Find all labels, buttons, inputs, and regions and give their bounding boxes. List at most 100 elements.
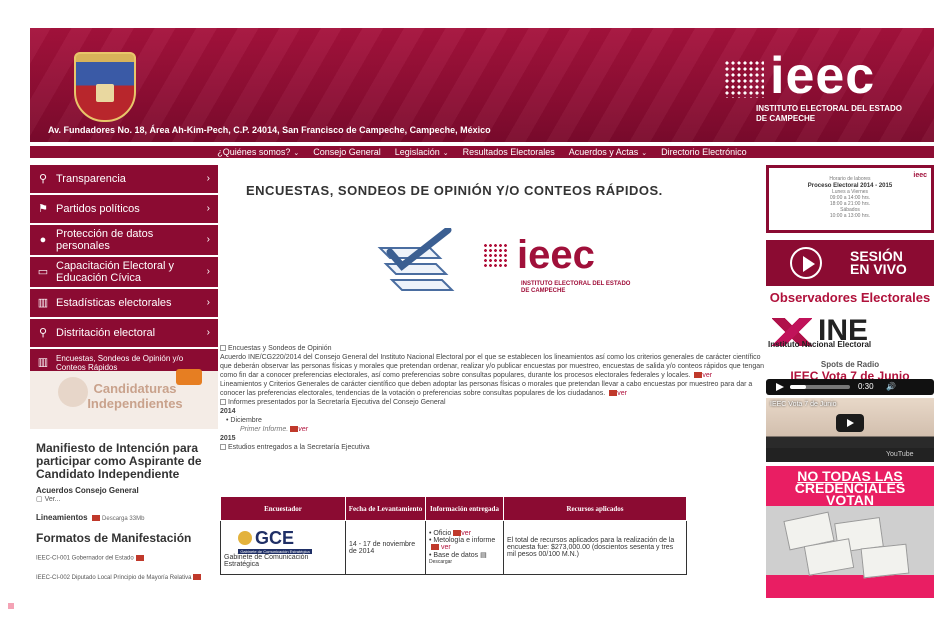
formatos-heading: Formatos de Manifestación: [36, 531, 192, 545]
pdf-icon: [193, 574, 202, 581]
col-recursos: Recursos aplicados: [503, 496, 687, 521]
nav-acuerdos-actas[interactable]: Acuerdos y Actas ⌄: [569, 146, 647, 158]
nav-quienes-somos[interactable]: ¿Quiénes somos? ⌄: [217, 146, 299, 158]
col-informacion: Información entregada: [425, 496, 504, 521]
sidebar-item-label: Protección de datos personales: [56, 228, 154, 252]
audio-progress[interactable]: [790, 385, 850, 389]
info-metologia[interactable]: • Metología e informe ver: [429, 537, 500, 551]
ver-label: Ver...: [44, 496, 61, 503]
nav-consejo-general[interactable]: Consejo General: [313, 146, 381, 158]
sidebar-item-label: Partidos políticos: [56, 203, 140, 215]
observadores-banner[interactable]: Observadores Electorales: [766, 291, 934, 304]
youtube-play-icon[interactable]: [836, 414, 864, 432]
nav-legislacion[interactable]: Legislación ⌄: [395, 146, 449, 158]
ver-link[interactable]: ver: [441, 544, 451, 551]
badge-icon: [176, 369, 202, 385]
acuerdos-ver-link[interactable]: ▢ Ver...: [36, 495, 61, 503]
youtube-logo[interactable]: YouTube: [886, 451, 914, 458]
gce-circle-icon: [238, 531, 252, 545]
sidebar-item-partidos[interactable]: ⚑ Partidos políticos ›: [30, 195, 218, 223]
chevron-down-icon: ⌄: [442, 150, 449, 157]
corner-marker: [8, 603, 14, 609]
spots-label: Spots de Radio: [820, 360, 880, 369]
video-controls: YouTube: [766, 448, 934, 462]
nav-label: ¿Quiénes somos?: [217, 147, 291, 157]
id-card-image: [803, 538, 855, 576]
gce-logo-subtitle: Gabinete de Comunicación Estratégica: [238, 548, 312, 554]
sidebar-item-distritacion[interactable]: ⚲ Distritación electoral ›: [30, 319, 218, 347]
informes-label: Informes presentados por la Secretaría E…: [228, 399, 446, 406]
sidebar-item-label: Encuestas, Sondeos de Opinión y/o Conteo…: [56, 354, 184, 372]
play-icon[interactable]: [776, 383, 784, 391]
gce-logo: GCE: [238, 528, 342, 549]
ine-logo[interactable]: INE Instituto Nacional Electoral: [766, 314, 934, 352]
info-label: • Base de datos: [429, 552, 479, 559]
sidebar-item-transparencia[interactable]: ⚲ Transparencia ›: [30, 165, 218, 193]
year-2015: 2015: [220, 435, 236, 442]
header-address: Av. Fundadores No. 18, Área Ah-Kim-Pech,…: [48, 125, 491, 135]
doc-link-diputado[interactable]: IEEC-CI-002 Diputado Local Principio de …: [36, 574, 212, 582]
audio-player[interactable]: 0:30 🔊: [766, 379, 934, 395]
ine-subtitle: Instituto Nacional Electoral: [768, 340, 872, 349]
candidaturas-independientes-banner[interactable]: Candidaturas Independientes: [30, 369, 218, 429]
chevron-right-icon: ›: [206, 297, 210, 308]
horario-top: Horario de labores: [829, 176, 871, 182]
sidebar-item-estadisticas[interactable]: ▥ Estadísticas electorales ›: [30, 289, 218, 317]
page-title: ENCUESTAS, SONDEOS DE OPINIÓN Y/O CONTEO…: [246, 183, 663, 198]
chevron-right-icon: ›: [206, 234, 210, 245]
video-player[interactable]: IEEC Vota 7 de Junio YouTube: [766, 398, 934, 462]
doc-label: IEEC-CI-001 Gobernador del Estado: [36, 555, 134, 562]
chevron-right-icon: ›: [206, 173, 210, 184]
ver-link[interactable]: ver: [617, 390, 627, 397]
ieec-small-logo: ieec: [913, 172, 927, 179]
doc-label: IEEC-CI-002 Diputado Local Principio de …: [36, 575, 192, 581]
sidebar-item-label: Estadísticas electorales: [56, 297, 172, 309]
nav-directorio[interactable]: Directorio Electrónico: [661, 146, 747, 158]
play-circle-icon: [790, 247, 822, 279]
ver-link[interactable]: ver: [298, 426, 308, 433]
audio-time: 0:30: [858, 382, 874, 391]
credenciales-banner[interactable]: NO TODAS LAS CREDENCIALES VOTAN: [766, 466, 934, 598]
lineamientos-label: Lineamientos: [36, 513, 88, 522]
sidebar-item-label: Transparencia: [56, 173, 126, 185]
site-header: ieec INSTITUTO ELECTORAL DEL ESTADO DE C…: [30, 28, 934, 142]
paragraph-text: Lineamientos y Criterios Generales de ca…: [220, 381, 753, 397]
ieec-center-word: ieec: [517, 233, 595, 277]
paragraph-text: Acuerdo INE/CG220/2014 del Consejo Gener…: [220, 354, 764, 379]
coat-of-arms-logo[interactable]: [74, 52, 136, 122]
ieec-logo[interactable]: ieec: [724, 47, 904, 110]
sesion-en-vivo-banner[interactable]: SESIÓN EN VIVO: [766, 240, 934, 286]
cell-fecha: 14 - 17 de noviembre de 2014: [345, 520, 426, 575]
ver-link[interactable]: ver: [461, 530, 471, 537]
estudios-label: Estudios entregados a la Secretaría Ejec…: [228, 444, 370, 451]
month-diciembre: • Diciembre: [226, 417, 262, 424]
encuestador-name: Gabinete de Comunicación Estratégica: [224, 553, 309, 568]
estudios-row: Estudios entregados a la Secretaría Ejec…: [220, 443, 768, 452]
descargar-link[interactable]: Descargar: [429, 559, 500, 565]
info-label: • Oficio: [429, 530, 452, 537]
volume-icon[interactable]: 🔊: [886, 382, 896, 391]
doc-link-gobernador[interactable]: IEEC-CI-001 Gobernador del Estado: [36, 555, 144, 562]
section-label-row: Encuestas y Sondeos de Opinión: [220, 344, 768, 353]
checklist-icon: [377, 228, 455, 291]
book-icon: ▭: [37, 266, 49, 278]
credenciales-header: NO TODAS LAS CREDENCIALES VOTAN: [766, 466, 934, 507]
horario-banner[interactable]: ieec Horario de labores Proceso Electora…: [766, 165, 934, 233]
info-oficio[interactable]: • Oficio ver: [429, 530, 500, 537]
pdf-icon: [91, 514, 100, 521]
ver-link[interactable]: ver: [702, 372, 712, 379]
cell-informacion: • Oficio ver • Metología e informe ver • …: [425, 520, 504, 575]
lineamientos-link[interactable]: Lineamientos Descarga 33Mb: [36, 513, 144, 522]
sidebar-item-proteccion-datos[interactable]: ● Protección de datos personales ›: [30, 225, 218, 255]
zip-icon: ▤: [480, 552, 487, 559]
info-base-datos[interactable]: • Base de datos ▤: [429, 551, 500, 559]
chevron-down-icon: ⌄: [293, 150, 300, 157]
checkbox-icon: [220, 444, 226, 451]
paragraph-lineamientos: Lineamientos y Criterios Generales de ca…: [220, 380, 768, 398]
sidebar-item-capacitacion[interactable]: ▭ Capacitación Electoral y Educación Cív…: [30, 257, 218, 287]
ieec-logo-subtitle: INSTITUTO ELECTORAL DEL ESTADO DE CAMPEC…: [756, 104, 902, 123]
acuerdos-link[interactable]: Acuerdos Consejo General: [36, 486, 139, 495]
flag-icon: ⚑: [38, 203, 48, 215]
nav-resultados-electorales[interactable]: Resultados Electorales: [463, 146, 555, 158]
bar-chart-icon: ▥: [37, 356, 49, 369]
